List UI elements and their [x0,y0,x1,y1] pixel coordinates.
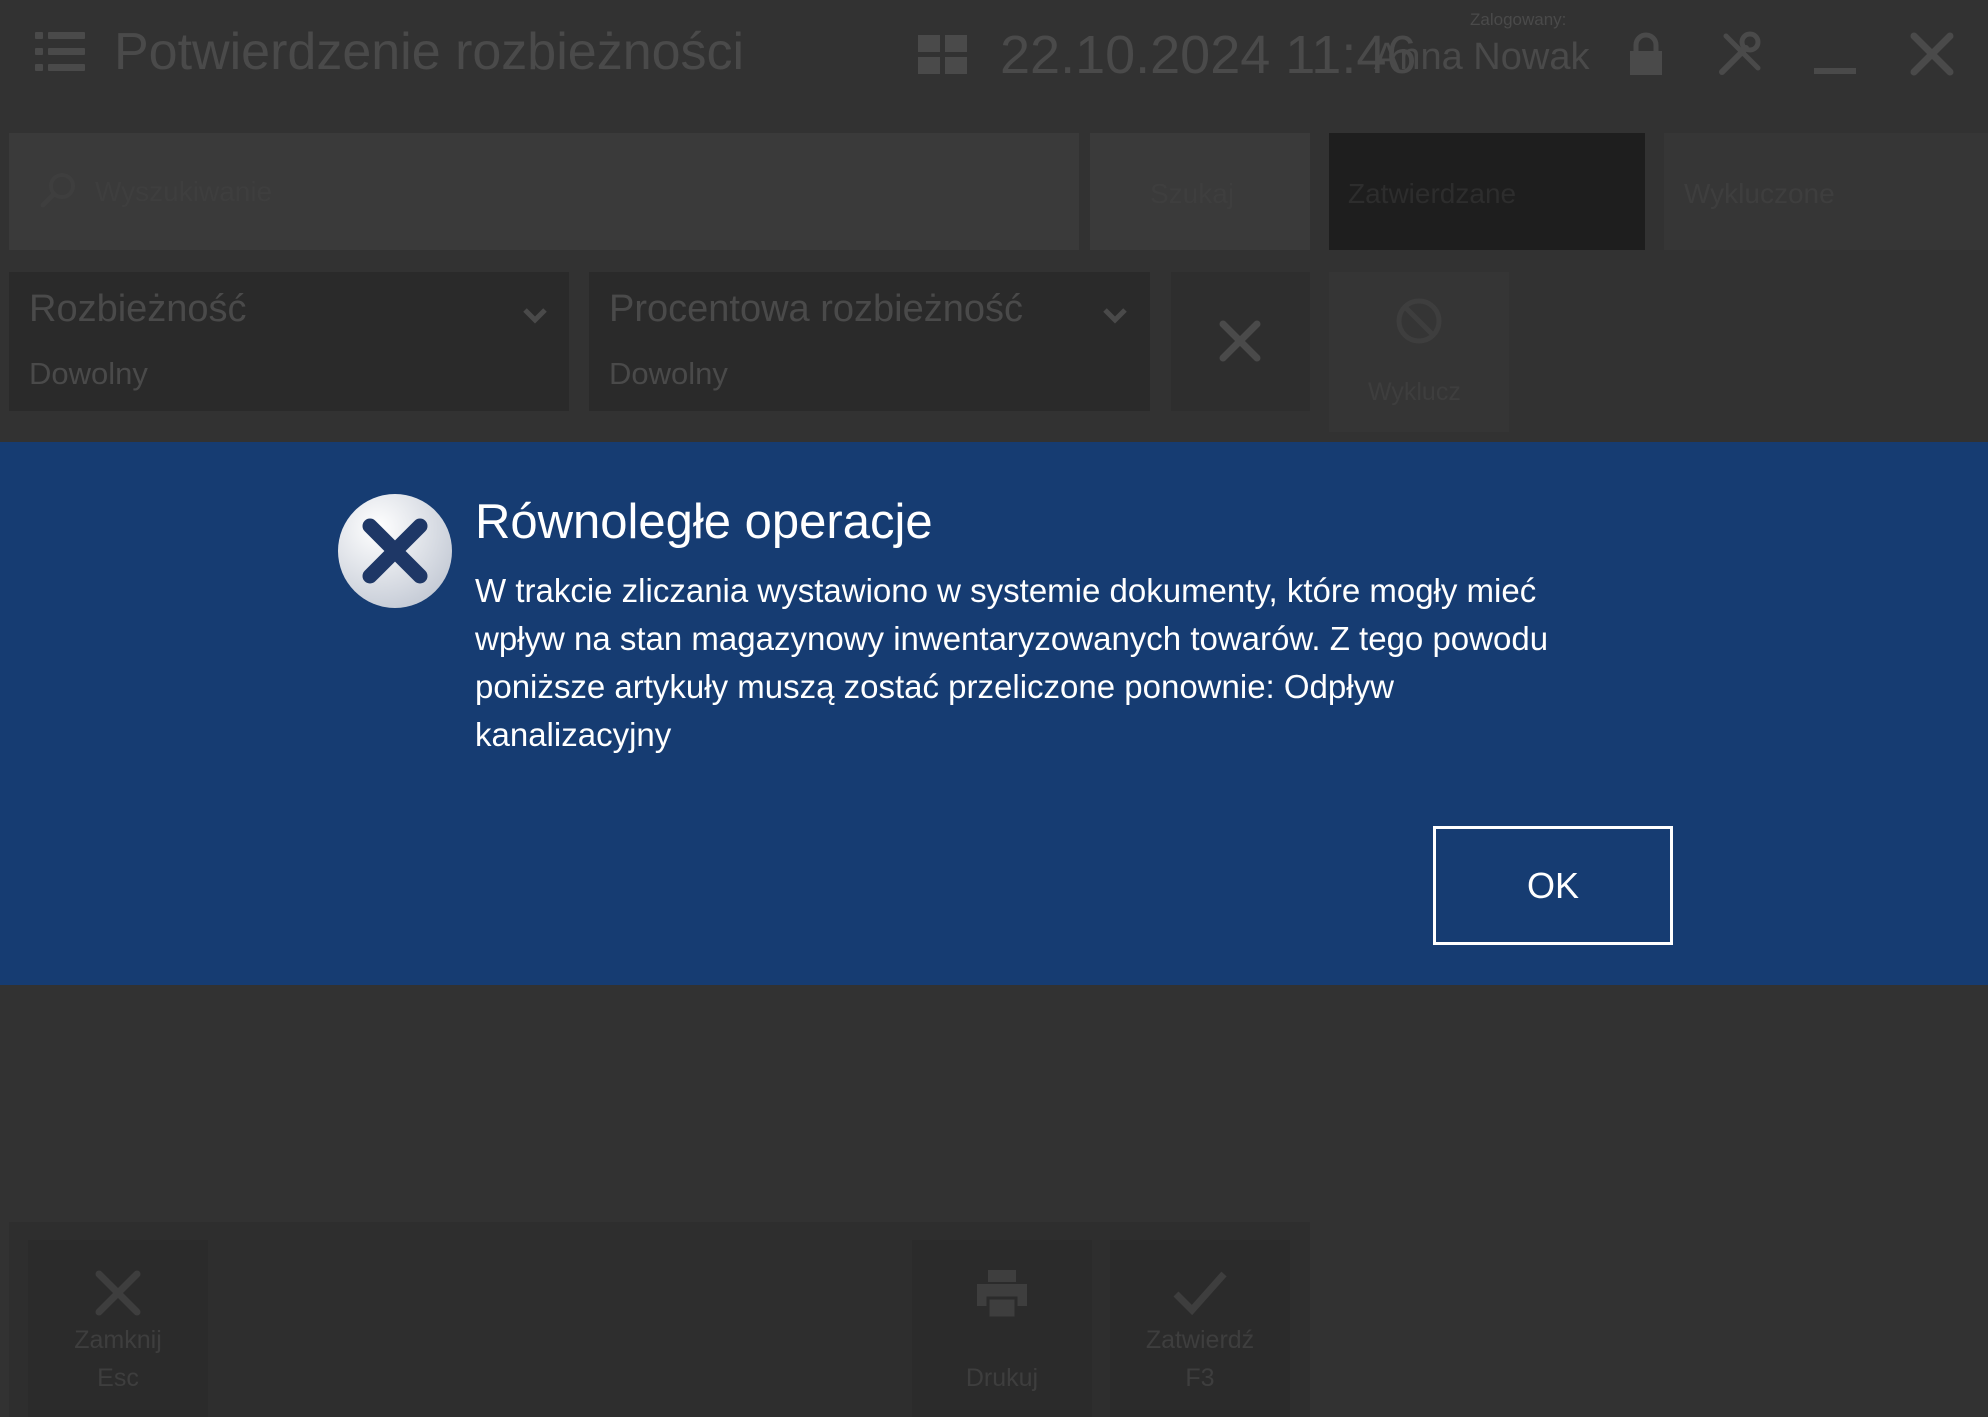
app-window: Potwierdzenie rozbieżności 22.10.2024 11… [0,0,1988,1417]
dialog-message-line: W trakcie zliczania wystawiono w systemi… [475,572,1537,609]
dialog-message-line: wpływ na stan magazynowy inwentaryzowany… [475,620,1549,657]
chevron-down-icon [523,308,547,324]
clear-filters-button[interactable] [1171,272,1310,411]
tools-icon[interactable] [1716,30,1764,78]
exclude-button[interactable] [1329,272,1509,432]
menu-icon[interactable] [35,32,85,72]
approve-button[interactable]: Zatwierdź F3 [1110,1240,1290,1417]
close-button[interactable]: Zamknij Esc [28,1240,208,1417]
tab-approved-label: Zatwierdzane [1348,178,1517,209]
logged-in-label: Zalogowany: [1470,10,1567,29]
discrepancy-filter-title: Rozbieżność [29,288,247,330]
minimize-icon[interactable] [1812,30,1860,78]
percent-discrepancy-filter-title: Procentowa rozbieżność [609,288,1023,330]
lock-icon[interactable] [1622,30,1670,78]
percent-discrepancy-filter-value: Dowolny [609,356,728,391]
print-button-label: Drukuj [965,1364,1039,1392]
dialog-title: Równoległe operacje [475,495,933,549]
title-bar: Potwierdzenie rozbieżności 22.10.2024 11… [0,0,1988,120]
close-button-shortcut: Esc [97,1364,139,1392]
approve-button-label: Zatwierdź [1145,1326,1255,1354]
close-icon [95,1270,141,1316]
close-button-label: Zamknij [74,1326,162,1354]
error-dialog [0,442,1988,985]
exclude-button-label: Wyklucz [1368,378,1461,406]
dialog-message-line: kanalizacyjny [475,716,672,753]
ok-button[interactable]: OK [1433,826,1673,945]
search-button-label: Szukaj [1150,178,1235,209]
discrepancy-filter-value: Dowolny [29,356,148,391]
clear-filter-icon [1219,320,1261,362]
printer-icon [977,1270,1027,1320]
print-button[interactable]: Drukuj [912,1240,1092,1417]
exclude-icon [1396,298,1442,344]
chevron-down-icon [1103,308,1127,324]
checkmark-icon [1173,1271,1227,1316]
search-icon [40,173,75,208]
error-icon [338,494,452,608]
close-icon[interactable] [1908,30,1956,78]
tiles-icon[interactable] [918,35,968,75]
datetime: 22.10.2024 11:46 [1000,25,1417,85]
search-placeholder: Wyszukiwanie [95,176,273,207]
tab-excluded-label: Wykluczone [1684,178,1835,209]
user-name: Anna Nowak [1374,36,1590,78]
dialog-message-line: poniższe artykuły muszą zostać przeliczo… [475,668,1394,705]
approve-button-shortcut: F3 [1185,1364,1215,1392]
page-title: Potwierdzenie rozbieżności [114,23,745,81]
